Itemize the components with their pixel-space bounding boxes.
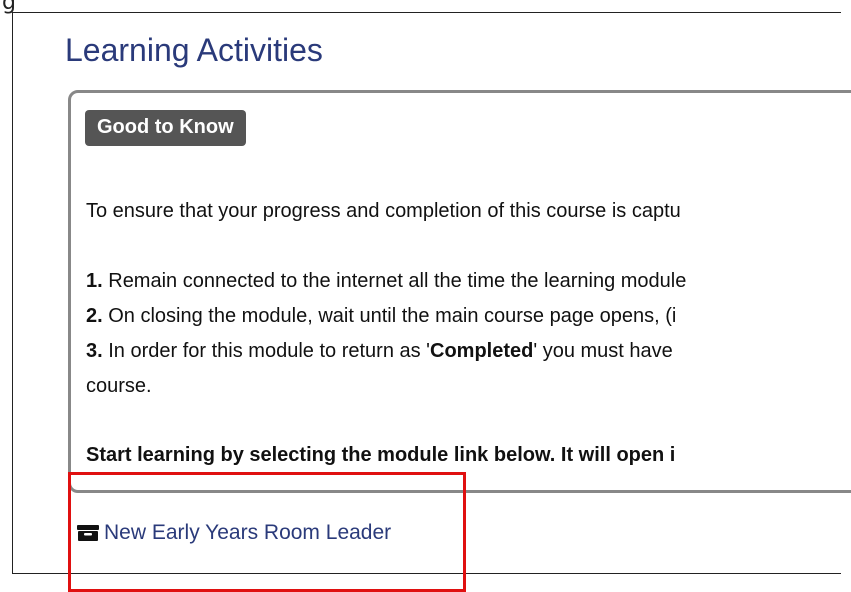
step-3-text-before: In order for this module to return as ' — [102, 340, 430, 362]
intro-text: To ensure that your progress and complet… — [86, 200, 681, 222]
good-to-know-badge: Good to Know — [85, 110, 246, 146]
start-learning-instruction: Start learning by selecting the module l… — [86, 444, 676, 466]
step-1-number: 1. — [86, 270, 103, 292]
completed-emphasis: Completed — [430, 340, 534, 362]
module-link-label[interactable]: New Early Years Room Leader — [104, 521, 391, 545]
step-3-number: 3. — [86, 340, 103, 362]
module-link[interactable]: New Early Years Room Leader — [76, 521, 391, 545]
archive-box-icon — [77, 525, 99, 541]
step-3-text-after: ' you must have — [533, 340, 673, 362]
section-title: Learning Activities — [65, 32, 323, 68]
step-2-number: 2. — [86, 305, 103, 327]
step-3: 3. In order for this module to return as… — [86, 340, 673, 363]
step-2: 2. On closing the module, wait until the… — [86, 305, 676, 328]
step-1: 1. Remain connected to the internet all … — [86, 270, 686, 293]
step-3-continuation: course. — [86, 375, 152, 397]
step-1-text: Remain connected to the internet all the… — [102, 270, 687, 292]
step-2-text: On closing the module, wait until the ma… — [102, 305, 677, 327]
